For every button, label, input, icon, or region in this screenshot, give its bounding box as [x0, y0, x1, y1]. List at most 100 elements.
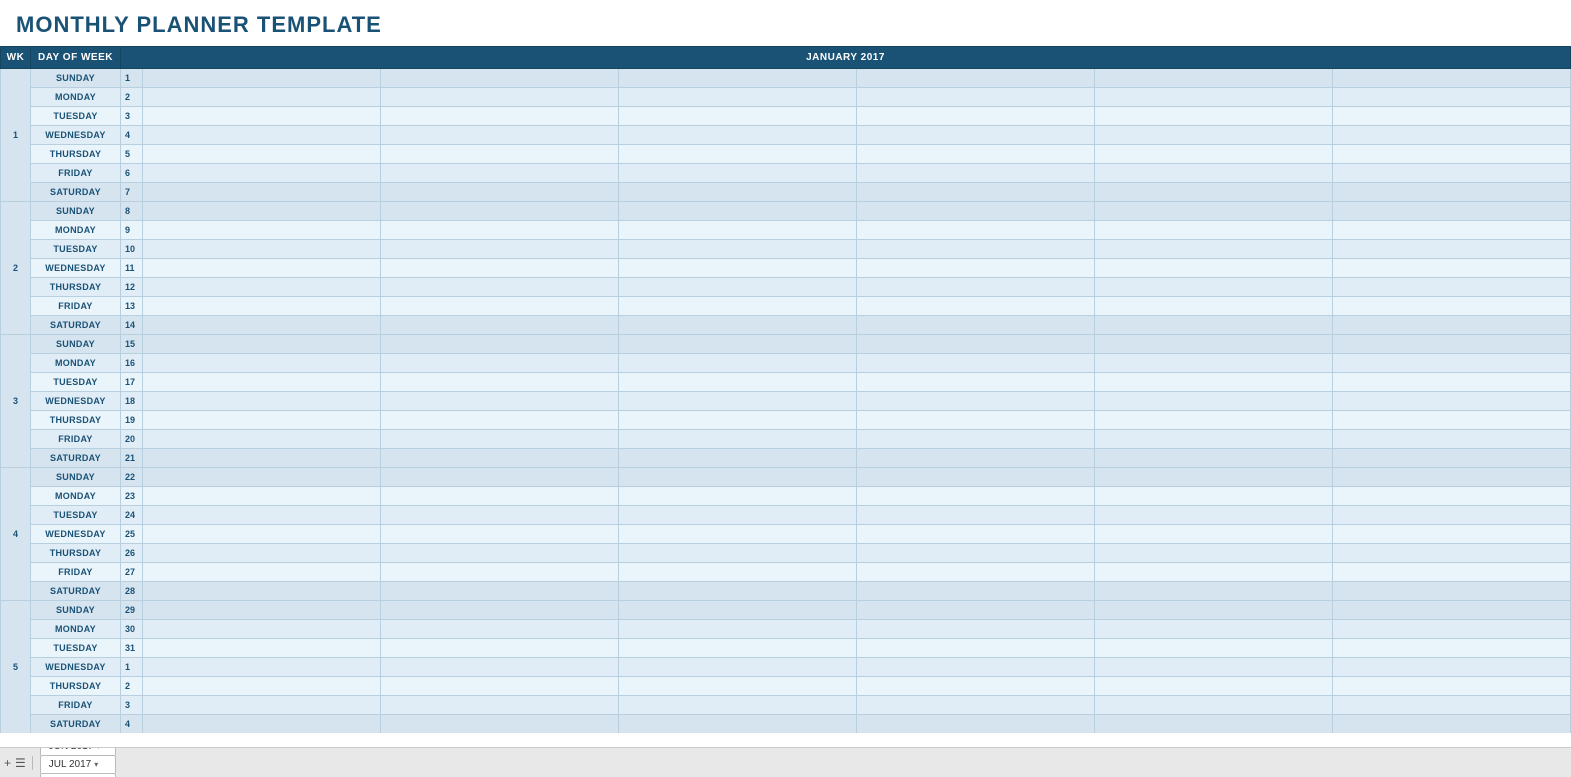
data-cell[interactable] — [381, 639, 619, 658]
data-cell[interactable] — [1333, 620, 1571, 639]
data-cell[interactable] — [1333, 69, 1571, 88]
data-cell[interactable] — [619, 544, 857, 563]
data-cell[interactable] — [857, 468, 1095, 487]
data-cell[interactable] — [619, 240, 857, 259]
data-cell[interactable] — [1333, 183, 1571, 202]
data-cell[interactable] — [1333, 316, 1571, 335]
data-cell[interactable] — [619, 620, 857, 639]
sheet-tab[interactable]: JUN 2017▾ — [40, 747, 116, 755]
data-cell[interactable] — [381, 202, 619, 221]
data-cell[interactable] — [1333, 601, 1571, 620]
data-cell[interactable] — [381, 544, 619, 563]
table-row[interactable]: TUESDAY24 — [1, 506, 1571, 525]
data-cell[interactable] — [1095, 601, 1333, 620]
data-cell[interactable] — [381, 107, 619, 126]
data-cell[interactable] — [1333, 126, 1571, 145]
data-cell[interactable] — [143, 468, 381, 487]
data-cell[interactable] — [1095, 69, 1333, 88]
data-cell[interactable] — [1095, 487, 1333, 506]
data-cell[interactable] — [619, 278, 857, 297]
data-cell[interactable] — [619, 183, 857, 202]
data-cell[interactable] — [1095, 88, 1333, 107]
data-cell[interactable] — [1333, 145, 1571, 164]
data-cell[interactable] — [1333, 240, 1571, 259]
data-cell[interactable] — [619, 563, 857, 582]
data-cell[interactable] — [857, 563, 1095, 582]
data-cell[interactable] — [381, 696, 619, 715]
table-row[interactable]: FRIDAY13 — [1, 297, 1571, 316]
table-row[interactable]: WEDNESDAY18 — [1, 392, 1571, 411]
data-cell[interactable] — [381, 449, 619, 468]
data-cell[interactable] — [1333, 696, 1571, 715]
data-cell[interactable] — [381, 658, 619, 677]
data-cell[interactable] — [143, 354, 381, 373]
data-cell[interactable] — [1095, 430, 1333, 449]
data-cell[interactable] — [1095, 240, 1333, 259]
data-cell[interactable] — [381, 582, 619, 601]
table-row[interactable]: SATURDAY7 — [1, 183, 1571, 202]
data-cell[interactable] — [619, 430, 857, 449]
data-cell[interactable] — [1095, 563, 1333, 582]
data-cell[interactable] — [1333, 88, 1571, 107]
data-cell[interactable] — [619, 335, 857, 354]
data-cell[interactable] — [619, 525, 857, 544]
table-row[interactable]: WEDNESDAY1 — [1, 658, 1571, 677]
data-cell[interactable] — [619, 297, 857, 316]
tab-dropdown-arrow-icon[interactable]: ▾ — [94, 760, 98, 769]
data-cell[interactable] — [143, 88, 381, 107]
data-cell[interactable] — [1095, 677, 1333, 696]
data-cell[interactable] — [381, 601, 619, 620]
data-cell[interactable] — [857, 392, 1095, 411]
data-cell[interactable] — [1095, 715, 1333, 734]
data-cell[interactable] — [143, 658, 381, 677]
data-cell[interactable] — [1333, 487, 1571, 506]
data-cell[interactable] — [143, 221, 381, 240]
tab-dropdown-arrow-icon[interactable]: ▾ — [96, 747, 100, 751]
data-cell[interactable] — [381, 487, 619, 506]
table-row[interactable]: TUESDAY31 — [1, 639, 1571, 658]
data-cell[interactable] — [1095, 259, 1333, 278]
data-cell[interactable] — [1095, 620, 1333, 639]
data-cell[interactable] — [619, 639, 857, 658]
add-sheet-icon[interactable]: + — [4, 756, 11, 770]
data-cell[interactable] — [619, 582, 857, 601]
data-cell[interactable] — [619, 145, 857, 164]
data-cell[interactable] — [1333, 392, 1571, 411]
data-cell[interactable] — [381, 468, 619, 487]
data-cell[interactable] — [1095, 639, 1333, 658]
table-row[interactable]: THURSDAY2 — [1, 677, 1571, 696]
table-row[interactable]: WEDNESDAY4 — [1, 126, 1571, 145]
data-cell[interactable] — [857, 107, 1095, 126]
data-cell[interactable] — [857, 278, 1095, 297]
data-cell[interactable] — [1333, 468, 1571, 487]
data-cell[interactable] — [1333, 658, 1571, 677]
data-cell[interactable] — [857, 221, 1095, 240]
data-cell[interactable] — [143, 715, 381, 734]
table-row[interactable]: THURSDAY26 — [1, 544, 1571, 563]
table-row[interactable]: FRIDAY6 — [1, 164, 1571, 183]
data-cell[interactable] — [143, 278, 381, 297]
sheet-tab[interactable]: AUG 2017▾ — [40, 773, 116, 777]
data-cell[interactable] — [857, 259, 1095, 278]
data-cell[interactable] — [1333, 430, 1571, 449]
data-cell[interactable] — [619, 468, 857, 487]
table-row[interactable]: SATURDAY21 — [1, 449, 1571, 468]
data-cell[interactable] — [1095, 582, 1333, 601]
data-cell[interactable] — [619, 316, 857, 335]
table-row[interactable]: 2SUNDAY8 — [1, 202, 1571, 221]
data-cell[interactable] — [143, 392, 381, 411]
data-cell[interactable] — [143, 487, 381, 506]
data-cell[interactable] — [1095, 126, 1333, 145]
data-cell[interactable] — [1095, 525, 1333, 544]
data-cell[interactable] — [143, 373, 381, 392]
data-cell[interactable] — [143, 202, 381, 221]
data-cell[interactable] — [1095, 658, 1333, 677]
data-cell[interactable] — [1333, 107, 1571, 126]
data-cell[interactable] — [857, 145, 1095, 164]
data-cell[interactable] — [143, 696, 381, 715]
data-cell[interactable] — [1333, 259, 1571, 278]
data-cell[interactable] — [1333, 297, 1571, 316]
data-cell[interactable] — [1333, 449, 1571, 468]
data-cell[interactable] — [857, 183, 1095, 202]
data-cell[interactable] — [1095, 107, 1333, 126]
